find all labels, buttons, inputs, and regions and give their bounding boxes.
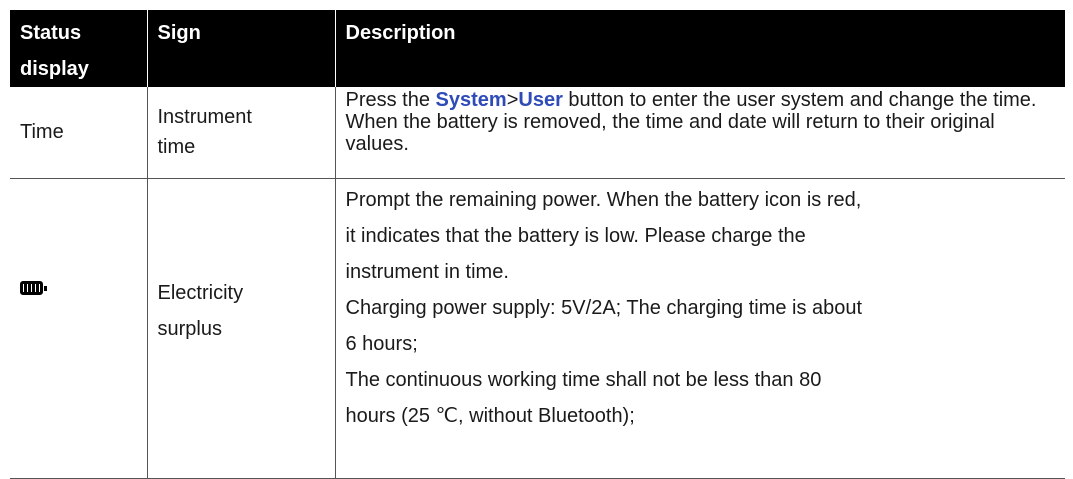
description-cell: Press the System>User button to enter th… bbox=[335, 87, 1065, 179]
sign-cell: Instrument time bbox=[147, 87, 336, 179]
status-display-table: Status display Sign Description Time Ins… bbox=[10, 10, 1065, 479]
desc-line: Charging power supply: 5V/2A; The chargi… bbox=[345, 296, 863, 319]
header-row: Status display Sign Description bbox=[10, 10, 1065, 87]
sign-cell: Electricity surplus bbox=[147, 178, 336, 479]
sign-line2: time bbox=[157, 136, 196, 159]
desc-line: hours (25 ℃, without Bluetooth); bbox=[345, 404, 635, 427]
status-cell: Time bbox=[10, 87, 148, 179]
desc-line: it indicates that the battery is low. Pl… bbox=[345, 224, 806, 247]
desc-line: Prompt the remaining power. When the bat… bbox=[345, 188, 862, 211]
system-keyword: System bbox=[435, 89, 507, 111]
battery-full-icon bbox=[20, 280, 47, 295]
sign-line1: Electricity bbox=[157, 281, 244, 304]
desc-text-pre: Press the bbox=[345, 89, 436, 111]
table-row: Electricity surplus Prompt the remaining… bbox=[10, 178, 1065, 479]
header-sign: Sign bbox=[147, 10, 336, 87]
desc-separator: > bbox=[506, 89, 519, 111]
header-status-line2: display bbox=[20, 58, 89, 80]
user-keyword: User bbox=[518, 89, 563, 111]
desc-line: 6 hours; bbox=[345, 332, 418, 355]
header-description: Description bbox=[335, 10, 1065, 87]
status-cell bbox=[10, 178, 148, 479]
header-status-display: Status display bbox=[10, 10, 148, 87]
table-row: Time Instrument time Press the System>Us… bbox=[10, 87, 1065, 179]
header-status-line1: Status bbox=[20, 22, 82, 44]
desc-line: instrument in time. bbox=[345, 260, 509, 283]
description-cell: Prompt the remaining power. When the bat… bbox=[335, 178, 1065, 479]
sign-line1: Instrument bbox=[157, 106, 252, 129]
sign-line2: surplus bbox=[157, 317, 222, 340]
desc-line: The continuous working time shall not be… bbox=[345, 368, 822, 391]
